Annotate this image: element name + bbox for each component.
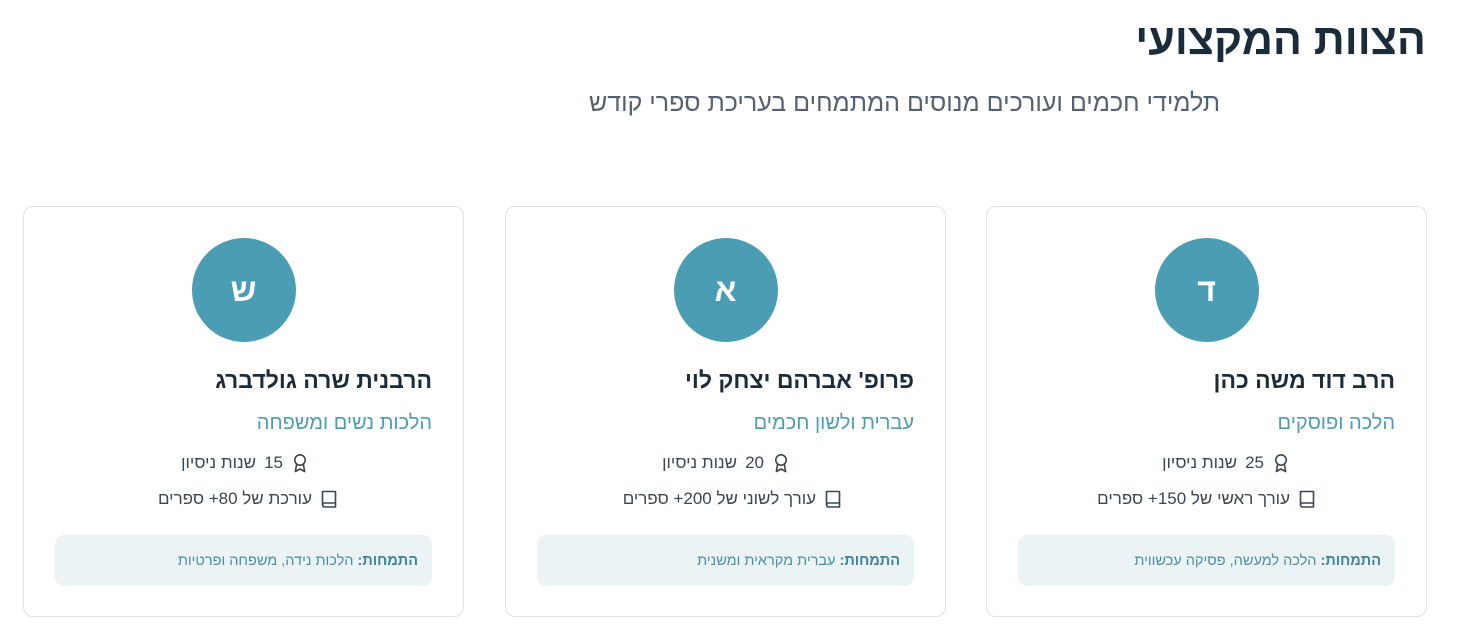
award-icon <box>772 453 790 473</box>
team-card-sara-goldberg: ש הרבנית שרה גולדברג הלכות נשים ומשפחה 1… <box>23 206 464 617</box>
experience-label: שנות ניסיון <box>181 453 257 472</box>
specialization-box: התמחות: הלכה למעשה, פסיקה עכשווית <box>1018 535 1395 586</box>
team-card-avraham-levi: א פרופ' אברהם יצחק לוי עברית ולשון חכמים… <box>505 206 946 617</box>
section-subtitle: תלמידי חכמים ועורכים מנוסים המתמחים בערי… <box>588 89 1220 117</box>
member-role: עברית ולשון חכמים <box>753 412 914 434</box>
avatar: ד <box>1154 238 1259 342</box>
avatar: ש <box>191 238 296 342</box>
books-stat: עורך לשוני של 200+ ספרים <box>623 489 842 509</box>
member-role: הלכות נשים ומשפחה <box>256 412 432 434</box>
books-text: עורכת של 80+ ספרים <box>157 489 312 508</box>
books-stat: עורכת של 80+ ספרים <box>158 489 338 509</box>
books-stat: עורך ראשי של 150+ ספרים <box>1097 489 1316 509</box>
member-name: הרב דוד משה כהן <box>1213 367 1395 393</box>
experience-years: 15 <box>264 453 283 472</box>
experience-years: 25 <box>1245 453 1264 472</box>
experience-years: 20 <box>745 453 764 472</box>
award-icon <box>291 453 309 473</box>
book-icon <box>1298 489 1316 509</box>
experience-label: שנות ניסיון <box>662 453 738 472</box>
books-text: עורך ראשי של 150+ ספרים <box>1097 489 1290 508</box>
experience-stat: 15 שנות ניסיון <box>181 453 309 473</box>
specialization-value: הלכה למעשה, פסיקה עכשווית <box>1134 552 1317 569</box>
specialization-value: עברית מקראית ומשנית <box>697 552 836 569</box>
experience-stat: 25 שנות ניסיון <box>1162 453 1290 473</box>
book-icon <box>824 489 842 509</box>
experience-label: שנות ניסיון <box>1162 453 1238 472</box>
specialization-label: התמחות: <box>1320 552 1382 569</box>
team-card-david-cohen: ד הרב דוד משה כהן הלכה ופוסקים 25 שנות נ… <box>986 206 1427 617</box>
award-icon <box>1272 453 1290 473</box>
avatar: א <box>673 238 778 342</box>
specialization-box: התמחות: הלכות נידה, משפחה ופרטיות <box>55 535 432 586</box>
experience-stat: 20 שנות ניסיון <box>662 453 790 473</box>
specialization-box: התמחות: עברית מקראית ומשנית <box>537 535 914 586</box>
section-title: הצוות המקצועי <box>1135 16 1426 64</box>
specialization-label: התמחות: <box>839 552 901 569</box>
specialization-label: התמחות: <box>357 552 419 569</box>
member-name: פרופ' אברהם יצחק לוי <box>684 367 914 393</box>
books-text: עורך לשוני של 200+ ספרים <box>622 489 816 508</box>
section-header: הצוות המקצועי תלמידי חכמים ועורכים מנוסי… <box>0 0 1471 160</box>
book-icon <box>320 489 338 509</box>
member-name: הרבנית שרה גולדברג <box>215 367 432 393</box>
specialization-value: הלכות נידה, משפחה ופרטיות <box>177 552 354 569</box>
member-role: הלכה ופוסקים <box>1277 412 1395 434</box>
